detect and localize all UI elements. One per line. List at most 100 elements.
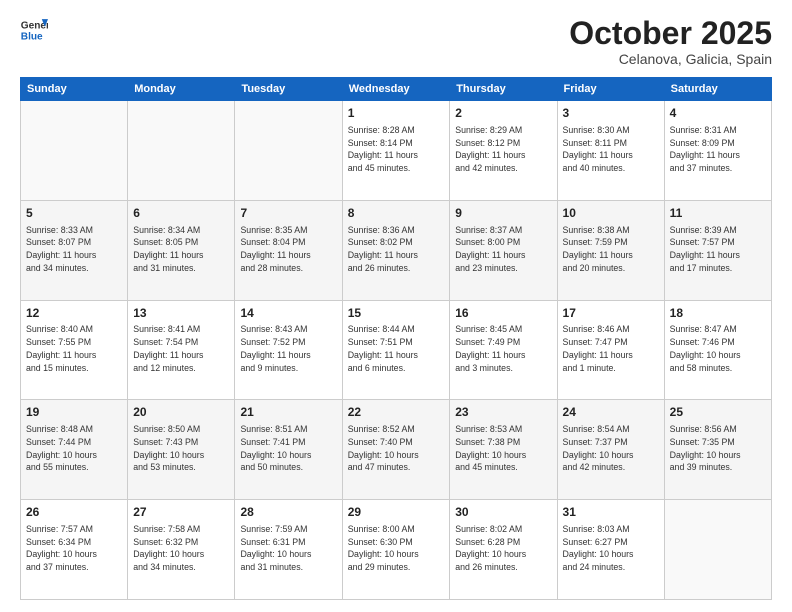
day-number: 5 [26, 205, 122, 222]
month-title: October 2025 [569, 16, 772, 51]
table-row: 14Sunrise: 8:43 AM Sunset: 7:52 PM Dayli… [235, 300, 342, 400]
day-info: Sunrise: 8:41 AM Sunset: 7:54 PM Dayligh… [133, 323, 229, 374]
day-info: Sunrise: 7:57 AM Sunset: 6:34 PM Dayligh… [26, 523, 122, 574]
day-info: Sunrise: 8:53 AM Sunset: 7:38 PM Dayligh… [455, 423, 551, 474]
table-row: 23Sunrise: 8:53 AM Sunset: 7:38 PM Dayli… [450, 400, 557, 500]
day-info: Sunrise: 8:46 AM Sunset: 7:47 PM Dayligh… [563, 323, 659, 374]
day-info: Sunrise: 8:44 AM Sunset: 7:51 PM Dayligh… [348, 323, 445, 374]
day-info: Sunrise: 8:52 AM Sunset: 7:40 PM Dayligh… [348, 423, 445, 474]
day-number: 21 [240, 404, 336, 421]
calendar-week-row: 19Sunrise: 8:48 AM Sunset: 7:44 PM Dayli… [21, 400, 772, 500]
header: General Blue October 2025 Celanova, Gali… [20, 16, 772, 67]
svg-text:Blue: Blue [21, 31, 43, 42]
day-info: Sunrise: 8:03 AM Sunset: 6:27 PM Dayligh… [563, 523, 659, 574]
day-info: Sunrise: 8:56 AM Sunset: 7:35 PM Dayligh… [670, 423, 766, 474]
table-row: 11 Sunrise: 8:39 AM Sunset: 7:57 PM Dayli… [664, 200, 771, 300]
day-info: Sunrise: 8:28 AM Sunset: 8:14 PM Dayligh… [348, 124, 445, 175]
day-info: Sunrise: 8:31 AM Sunset: 8:09 PM Dayligh… [670, 124, 766, 175]
day-info: Sunrise: 8:47 AM Sunset: 7:46 PM Dayligh… [670, 323, 766, 374]
table-row: 31 Sunrise: 8:03 AM Sunset: 6:27 PM Dayli… [557, 500, 664, 600]
day-number: 12 [26, 305, 122, 322]
table-row: 9 Sunrise: 8:37 AM Sunset: 8:00 PM Daylig… [450, 200, 557, 300]
table-row: 2 Sunrise: 8:29 AM Sunset: 8:12 PM Daylig… [450, 101, 557, 201]
page: General Blue October 2025 Celanova, Gali… [0, 0, 792, 612]
day-info: Sunrise: 8:02 AM Sunset: 6:28 PM Dayligh… [455, 523, 551, 574]
table-row: 4 Sunrise: 8:31 AM Sunset: 8:09 PM Daylig… [664, 101, 771, 201]
day-number: 28 [240, 504, 336, 521]
table-row: 6Sunrise: 8:34 AM Sunset: 8:05 PM Daylig… [128, 200, 235, 300]
day-number: 26 [26, 504, 122, 521]
day-info: Sunrise: 7:58 AM Sunset: 6:32 PM Dayligh… [133, 523, 229, 574]
subtitle: Celanova, Galicia, Spain [569, 51, 772, 67]
table-row: 10 Sunrise: 8:38 AM Sunset: 7:59 PM Dayli… [557, 200, 664, 300]
col-friday: Friday [557, 78, 664, 101]
day-number: 15 [348, 305, 445, 322]
calendar-header-row: Sunday Monday Tuesday Wednesday Thursday… [21, 78, 772, 101]
day-info: Sunrise: 8:45 AM Sunset: 7:49 PM Dayligh… [455, 323, 551, 374]
table-row [235, 101, 342, 201]
day-number: 1 [348, 105, 445, 122]
day-number: 16 [455, 305, 551, 322]
day-number: 11 [670, 205, 766, 222]
day-info: Sunrise: 8:39 AM Sunset: 7:57 PM Dayligh… [670, 224, 766, 275]
day-info: Sunrise: 8:38 AM Sunset: 7:59 PM Dayligh… [563, 224, 659, 275]
table-row: 24 Sunrise: 8:54 AM Sunset: 7:37 PM Dayli… [557, 400, 664, 500]
day-number: 3 [563, 105, 659, 122]
table-row: 21 Sunrise: 8:51 AM Sunset: 7:41 PM Dayli… [235, 400, 342, 500]
day-number: 2 [455, 105, 551, 122]
table-row: 30 Sunrise: 8:02 AM Sunset: 6:28 PM Dayli… [450, 500, 557, 600]
table-row: 18Sunrise: 8:47 AM Sunset: 7:46 PM Dayli… [664, 300, 771, 400]
day-info: Sunrise: 8:29 AM Sunset: 8:12 PM Dayligh… [455, 124, 551, 175]
col-tuesday: Tuesday [235, 78, 342, 101]
day-number: 25 [670, 404, 766, 421]
day-number: 4 [670, 105, 766, 122]
day-number: 18 [670, 305, 766, 322]
day-number: 20 [133, 404, 229, 421]
day-info: Sunrise: 8:51 AM Sunset: 7:41 PM Dayligh… [240, 423, 336, 474]
day-info: Sunrise: 8:35 AM Sunset: 8:04 PM Dayligh… [240, 224, 336, 275]
col-sunday: Sunday [21, 78, 128, 101]
table-row: 29Sunrise: 8:00 AM Sunset: 6:30 PM Dayli… [342, 500, 450, 600]
table-row: 17Sunrise: 8:46 AM Sunset: 7:47 PM Dayli… [557, 300, 664, 400]
day-number: 22 [348, 404, 445, 421]
table-row: 22 Sunrise: 8:52 AM Sunset: 7:40 PM Dayli… [342, 400, 450, 500]
day-number: 9 [455, 205, 551, 222]
day-number: 31 [563, 504, 659, 521]
table-row: 20 Sunrise: 8:50 AM Sunset: 7:43 PM Dayli… [128, 400, 235, 500]
table-row [128, 101, 235, 201]
table-row [664, 500, 771, 600]
day-info: Sunrise: 8:40 AM Sunset: 7:55 PM Dayligh… [26, 323, 122, 374]
title-block: October 2025 Celanova, Galicia, Spain [569, 16, 772, 67]
table-row: 3 Sunrise: 8:30 AM Sunset: 8:11 PM Daylig… [557, 101, 664, 201]
day-info: Sunrise: 8:30 AM Sunset: 8:11 PM Dayligh… [563, 124, 659, 175]
day-info: Sunrise: 8:37 AM Sunset: 8:00 PM Dayligh… [455, 224, 551, 275]
day-number: 13 [133, 305, 229, 322]
day-number: 6 [133, 205, 229, 222]
table-row: 19Sunrise: 8:48 AM Sunset: 7:44 PM Dayli… [21, 400, 128, 500]
day-number: 30 [455, 504, 551, 521]
day-info: Sunrise: 7:59 AM Sunset: 6:31 PM Dayligh… [240, 523, 336, 574]
table-row: 15Sunrise: 8:44 AM Sunset: 7:51 PM Dayli… [342, 300, 450, 400]
day-number: 17 [563, 305, 659, 322]
table-row: 8Sunrise: 8:36 AM Sunset: 8:02 PM Daylig… [342, 200, 450, 300]
table-row: 27 Sunrise: 7:58 AM Sunset: 6:32 PM Dayli… [128, 500, 235, 600]
col-saturday: Saturday [664, 78, 771, 101]
calendar-week-row: 26 Sunrise: 7:57 AM Sunset: 6:34 PM Dayli… [21, 500, 772, 600]
logo: General Blue [20, 16, 48, 44]
day-number: 27 [133, 504, 229, 521]
calendar-table: Sunday Monday Tuesday Wednesday Thursday… [20, 77, 772, 600]
day-info: Sunrise: 8:00 AM Sunset: 6:30 PM Dayligh… [348, 523, 445, 574]
day-number: 19 [26, 404, 122, 421]
day-info: Sunrise: 8:43 AM Sunset: 7:52 PM Dayligh… [240, 323, 336, 374]
table-row: 7 Sunrise: 8:35 AM Sunset: 8:04 PM Daylig… [235, 200, 342, 300]
day-info: Sunrise: 8:54 AM Sunset: 7:37 PM Dayligh… [563, 423, 659, 474]
day-number: 24 [563, 404, 659, 421]
table-row: 28 Sunrise: 7:59 AM Sunset: 6:31 PM Dayli… [235, 500, 342, 600]
day-number: 7 [240, 205, 336, 222]
calendar-week-row: 12Sunrise: 8:40 AM Sunset: 7:55 PM Dayli… [21, 300, 772, 400]
table-row: 5Sunrise: 8:33 AM Sunset: 8:07 PM Daylig… [21, 200, 128, 300]
day-number: 10 [563, 205, 659, 222]
day-info: Sunrise: 8:50 AM Sunset: 7:43 PM Dayligh… [133, 423, 229, 474]
table-row: 16Sunrise: 8:45 AM Sunset: 7:49 PM Dayli… [450, 300, 557, 400]
calendar-week-row: 1 Sunrise: 8:28 AM Sunset: 8:14 PM Daylig… [21, 101, 772, 201]
